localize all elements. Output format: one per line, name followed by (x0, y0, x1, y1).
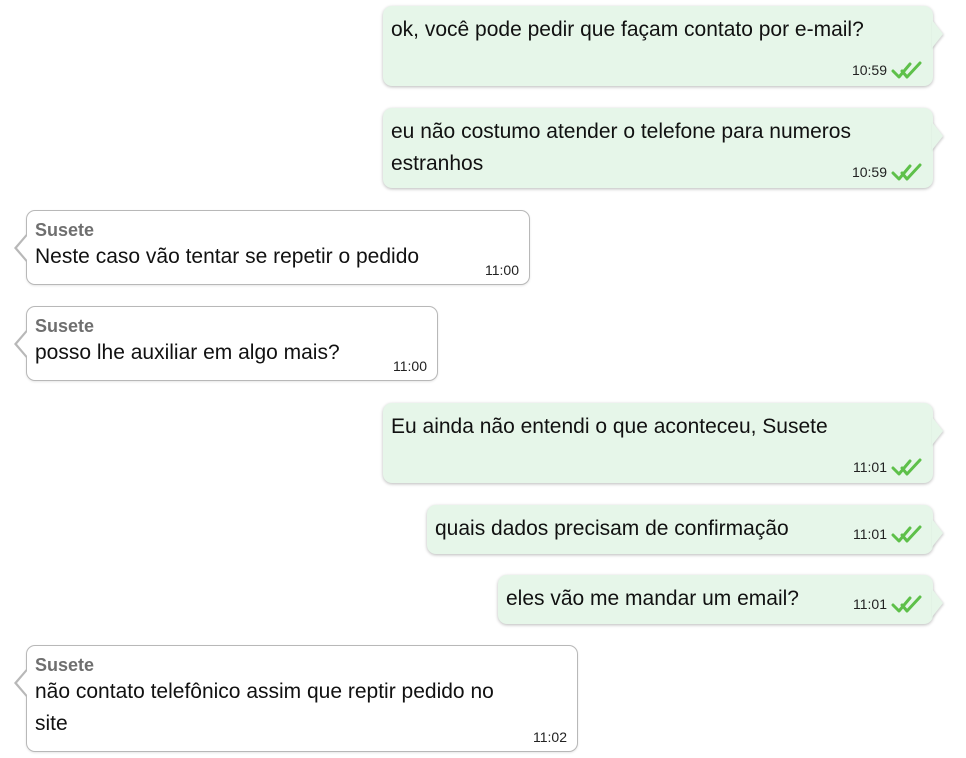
message-text: quais dados precisam de confirmação (435, 517, 789, 540)
message-text: Eu ainda não entendi o que aconteceu, Su… (391, 415, 828, 438)
double-check-icon (891, 525, 922, 543)
message-meta: 10:59 (852, 60, 923, 80)
sender-name: Susete (35, 316, 95, 336)
message-time: 11:02 (533, 729, 567, 745)
message-bubble-outgoing[interactable]: quais dados precisam de confirmação 11:0… (427, 505, 933, 554)
message-meta: 11:00 (485, 262, 519, 278)
message-time: 11:01 (853, 459, 887, 475)
double-check-icon (891, 163, 922, 181)
message-bubble-incoming[interactable]: Susete posso lhe auxiliar em algo mais? … (14, 306, 438, 381)
message-text: Neste caso vão tentar se repetir o pedid… (35, 245, 420, 268)
message-meta: 11:01 (853, 594, 923, 614)
message-time: 11:00 (485, 262, 519, 278)
message-text: posso lhe auxiliar em algo mais? (35, 341, 340, 364)
message-time: 11:01 (853, 596, 887, 612)
message-meta: 10:59 (852, 162, 923, 182)
message-meta: 11:01 (853, 524, 923, 544)
double-check-icon (891, 61, 922, 79)
message-meta: 11:02 (533, 729, 567, 745)
message-time: 10:59 (851, 62, 887, 78)
message-text: não contato telefônico assim que reptir … (35, 680, 494, 735)
message-time: 11:00 (393, 358, 427, 374)
message-bubble-incoming[interactable]: Susete não contato telefônico assim que … (14, 645, 578, 752)
message-time: 10:59 (851, 164, 887, 180)
double-check-icon (891, 595, 922, 613)
sender-name: Susete (35, 220, 95, 240)
message-text: eu não costumo atender o telefone para n… (391, 120, 851, 175)
message-meta: 11:01 (853, 457, 923, 477)
message-bubble-outgoing[interactable]: eles vão me mandar um email? 11:01 (498, 575, 933, 624)
message-bubble-outgoing[interactable]: Eu ainda não entendi o que aconteceu, Su… (383, 403, 933, 483)
message-text: ok, você pode pedir que façam contato po… (391, 18, 864, 41)
message-time: 11:01 (853, 526, 887, 542)
message-bubble-incoming[interactable]: Susete Neste caso vão tentar se repetir … (14, 210, 530, 285)
sender-name: Susete (35, 655, 95, 675)
double-check-icon (891, 458, 922, 476)
message-bubble-outgoing[interactable]: eu não costumo atender o telefone para n… (383, 108, 933, 188)
message-meta: 11:00 (393, 358, 427, 374)
message-bubble-outgoing[interactable]: ok, você pode pedir que façam contato po… (383, 6, 933, 86)
